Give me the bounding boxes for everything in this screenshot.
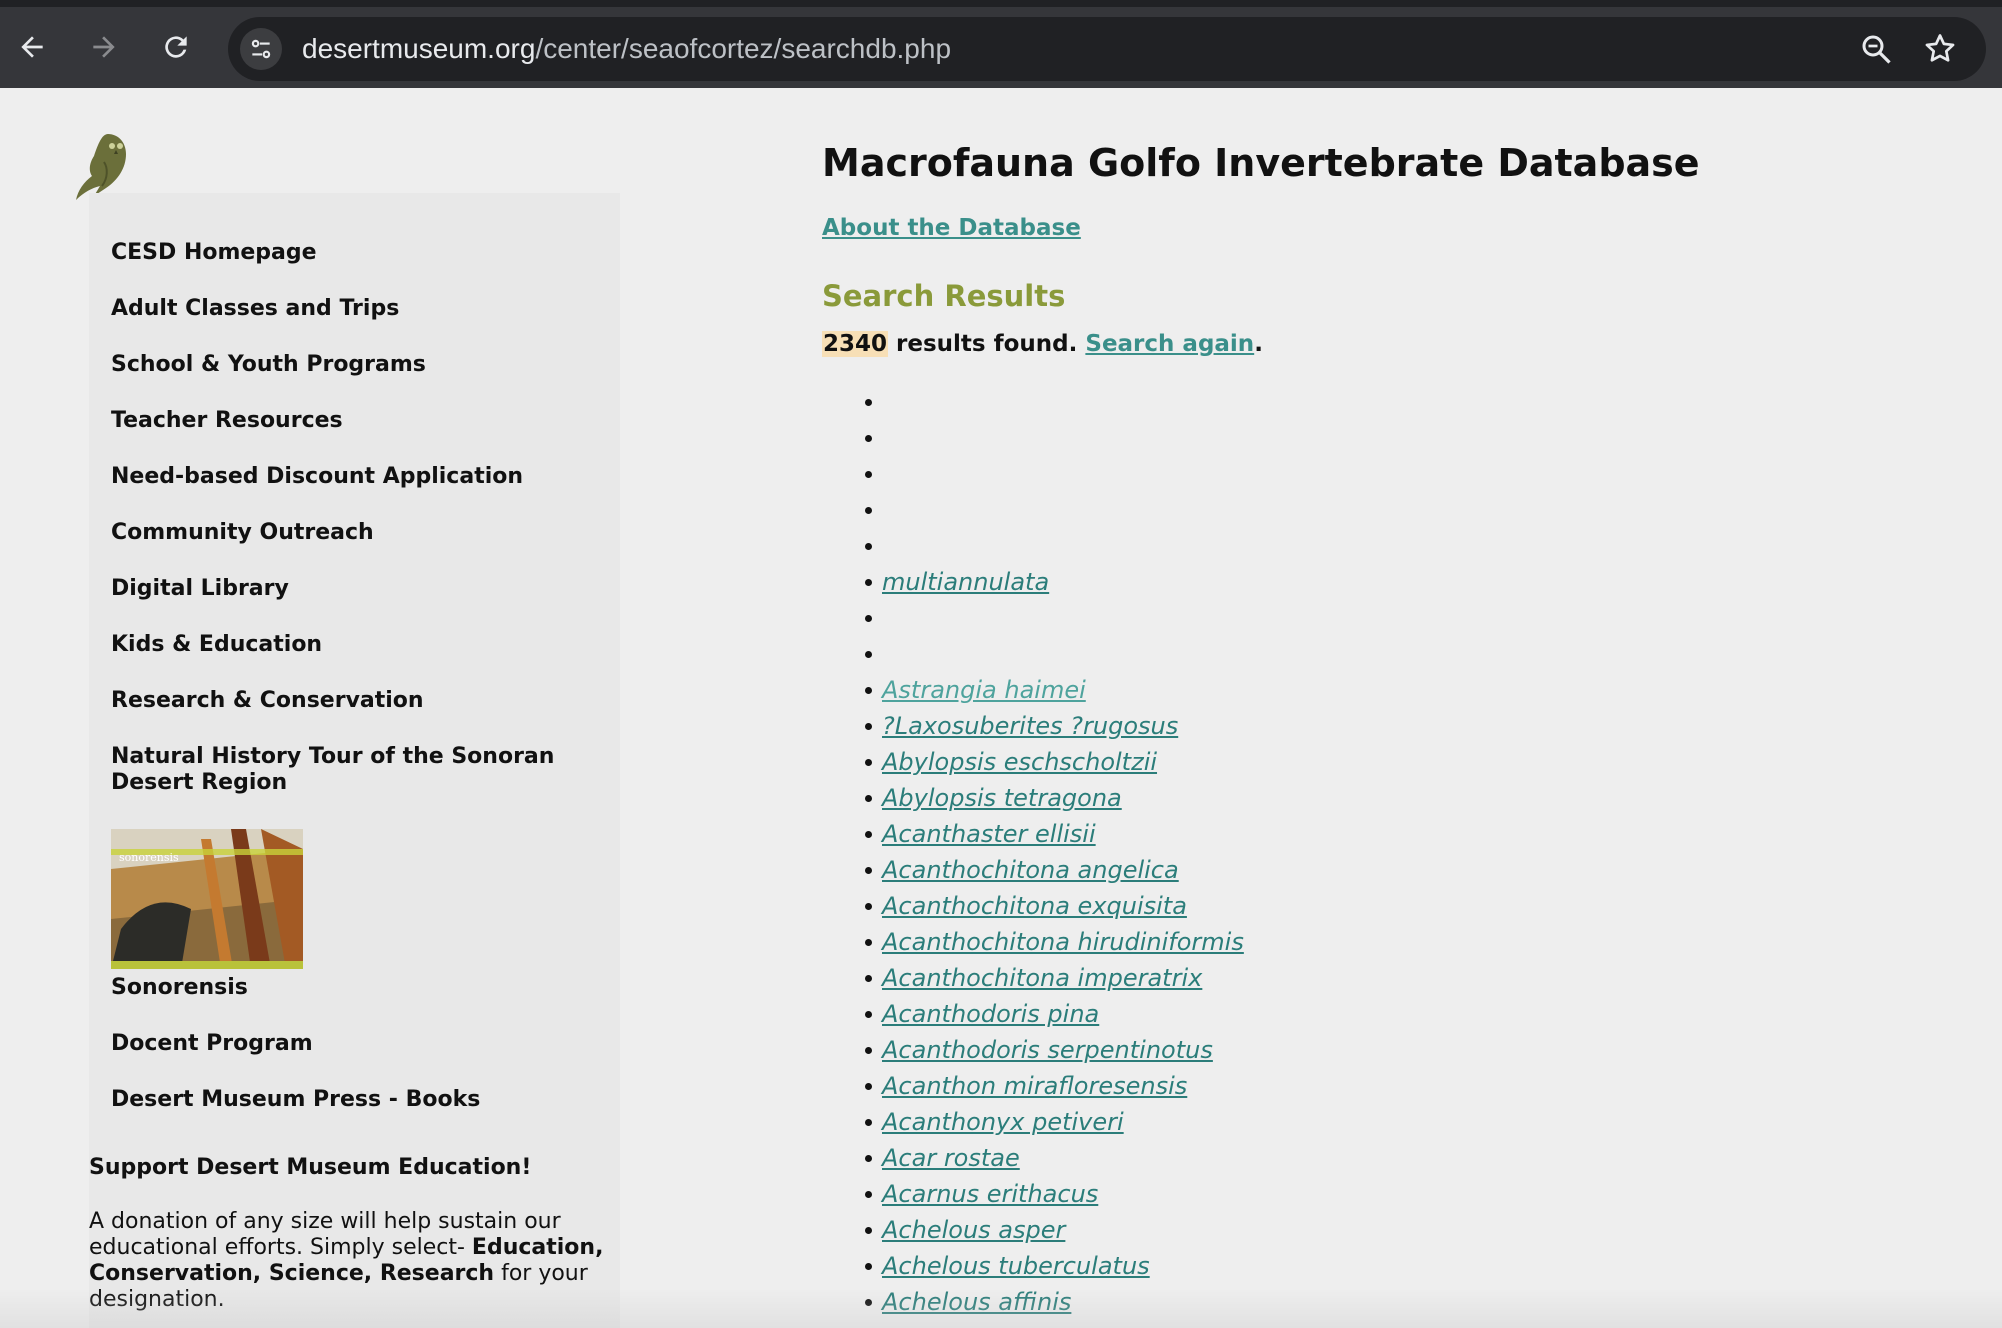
results-summary: 2340 results found. Search again. — [822, 327, 1263, 361]
url-path: /center/seaofcortez/searchdb.php — [535, 33, 952, 64]
sidebar-item-community-outreach[interactable]: Community Outreach — [111, 520, 611, 546]
result-item[interactable]: multiannulata — [865, 564, 1782, 600]
sidebar-link[interactable]: Adult Classes and Trips — [111, 296, 611, 322]
forward-button[interactable] — [86, 29, 122, 65]
result-item[interactable]: Abylopsis eschscholtzii — [865, 744, 1782, 780]
sidebar-item-press-books[interactable]: Desert Museum Press - Books — [111, 1087, 611, 1113]
result-item[interactable]: Astrangia haimei — [865, 672, 1782, 708]
result-item — [865, 528, 1782, 564]
tune-icon — [251, 39, 271, 59]
page-title: Macrofauna Golfo Invertebrate Database — [822, 141, 1700, 185]
site-info-button[interactable] — [240, 28, 282, 70]
sidebar-link[interactable]: Desert Museum Press - Books — [111, 1087, 611, 1113]
species-link[interactable]: Acarnus erithacus — [882, 1180, 1098, 1208]
sidebar-link[interactable]: Need-based Discount Application — [111, 464, 611, 490]
species-link[interactable]: Acar rostae — [882, 1144, 1020, 1172]
arrow-left-icon — [21, 36, 43, 58]
search-results-heading: Search Results — [822, 279, 1066, 313]
sidebar-item-kids-education[interactable]: Kids & Education — [111, 632, 611, 658]
support-heading: Support Desert Museum Education! — [89, 1155, 532, 1180]
result-item[interactable]: Achelous tuberculatus — [865, 1248, 1782, 1284]
species-link[interactable]: Acanthochitona hirudiniformis — [882, 928, 1244, 956]
result-item[interactable]: Achelous asper — [865, 1212, 1782, 1248]
reload-icon — [165, 36, 187, 58]
species-link[interactable]: Achelous tuberculatus — [882, 1252, 1150, 1280]
result-item[interactable]: Acarnus erithacus — [865, 1176, 1782, 1212]
result-item[interactable]: Acanthochitona hirudiniformis — [865, 924, 1782, 960]
reload-button[interactable] — [158, 29, 194, 65]
result-item[interactable]: Abylopsis tetragona — [865, 780, 1782, 816]
result-item[interactable]: ?Laxosuberites ?rugosus — [865, 708, 1782, 744]
species-link[interactable]: Abylopsis eschscholtzii — [882, 748, 1157, 776]
search-again-link[interactable]: Search again — [1085, 331, 1254, 357]
sidebar-link[interactable]: Kids & Education — [111, 632, 611, 658]
species-link[interactable]: Astrangia haimei — [882, 676, 1086, 704]
sidebar-link[interactable]: Sonorensis — [111, 975, 611, 1001]
result-item — [865, 492, 1782, 528]
result-item — [865, 636, 1782, 672]
result-item[interactable]: Acanthochitona exquisita — [865, 888, 1782, 924]
species-link[interactable]: Acanthochitona angelica — [882, 856, 1179, 884]
sidebar-link[interactable]: Research & Conservation — [111, 688, 611, 714]
sidebar-item-adult-classes[interactable]: Adult Classes and Trips — [111, 296, 611, 322]
result-item — [865, 420, 1782, 456]
sidebar-link[interactable]: Community Outreach — [111, 520, 611, 546]
results-list: multiannulata Astrangia haimei ?Laxosuberi… — [865, 384, 1782, 1320]
sidebar-item-research-conservation[interactable]: Research & Conservation — [111, 688, 611, 714]
sidebar-link[interactable]: Digital Library — [111, 576, 611, 602]
result-count: 2340 — [822, 331, 889, 357]
svg-text:sonorensis: sonorensis — [119, 851, 179, 864]
result-item[interactable]: Acar rostae — [865, 1140, 1782, 1176]
sidebar-item-sonorensis[interactable]: Sonorensis — [111, 975, 611, 1001]
zoom-icon[interactable] — [1858, 31, 1894, 67]
sidebar-item-teacher-resources[interactable]: Teacher Resources — [111, 408, 611, 434]
result-item — [865, 384, 1782, 420]
result-item[interactable]: Acanthodoris pina — [865, 996, 1782, 1032]
sidebar-item-school-youth[interactable]: School & Youth Programs — [111, 352, 611, 378]
about-database-link[interactable]: About the Database — [822, 215, 1081, 241]
sonorensis-cover-image[interactable]: sonorensis — [111, 829, 303, 969]
result-item[interactable]: Acanthaster ellisii — [865, 816, 1782, 852]
sidebar-item-cesd-homepage[interactable]: CESD Homepage — [111, 240, 611, 266]
arrow-right-icon — [93, 36, 115, 58]
sidebar-link[interactable]: Teacher Resources — [111, 408, 611, 434]
species-link[interactable]: Acanthaster ellisii — [882, 820, 1096, 848]
result-item — [865, 600, 1782, 636]
period-text: . — [1254, 331, 1263, 357]
url-text[interactable]: desertmuseum.org/center/seaofcortez/sear… — [302, 17, 951, 81]
species-link[interactable]: multiannulata — [882, 568, 1049, 596]
species-link[interactable]: Achelous asper — [882, 1216, 1065, 1244]
sidebar-link[interactable]: Natural History Tour of the Sonoran Dese… — [111, 744, 611, 796]
result-item[interactable]: Acanthochitona imperatrix — [865, 960, 1782, 996]
result-item[interactable]: Acanthodoris serpentinotus — [865, 1032, 1782, 1068]
species-link[interactable]: Abylopsis tetragona — [882, 784, 1122, 812]
result-item[interactable]: Acanthon mirafloresensis — [865, 1068, 1782, 1104]
bookmark-star-icon[interactable] — [1922, 31, 1958, 67]
species-link[interactable]: Acanthon mirafloresensis — [882, 1072, 1187, 1100]
results-found-text: results found. — [888, 331, 1086, 357]
sidebar-link[interactable]: CESD Homepage — [111, 240, 611, 266]
sidebar-item-docent-program[interactable]: Docent Program — [111, 1031, 611, 1057]
owl-logo-icon — [76, 134, 126, 200]
result-item[interactable]: Acanthochitona angelica — [865, 852, 1782, 888]
bottom-fade — [0, 1288, 2002, 1328]
address-bar[interactable]: desertmuseum.org/center/seaofcortez/sear… — [228, 17, 1986, 81]
sidebar-link[interactable]: Docent Program — [111, 1031, 611, 1057]
species-link[interactable]: Acanthochitona imperatrix — [882, 964, 1202, 992]
species-link[interactable]: Acanthonyx petiveri — [882, 1108, 1124, 1136]
species-link[interactable]: Acanthodoris pina — [882, 1000, 1099, 1028]
back-button[interactable] — [14, 29, 50, 65]
result-item — [865, 456, 1782, 492]
sidebar-item-discount-application[interactable]: Need-based Discount Application — [111, 464, 611, 490]
sidebar-item-natural-history-tour[interactable]: Natural History Tour of the Sonoran Dese… — [111, 744, 611, 796]
species-link[interactable]: Acanthochitona exquisita — [882, 892, 1187, 920]
result-item[interactable]: Acanthonyx petiveri — [865, 1104, 1782, 1140]
sidebar-item-digital-library[interactable]: Digital Library — [111, 576, 611, 602]
species-link[interactable]: Acanthodoris serpentinotus — [882, 1036, 1213, 1064]
species-link[interactable]: ?Laxosuberites ?rugosus — [882, 712, 1178, 740]
url-host: desertmuseum.org — [302, 33, 536, 64]
browser-toolbar: desertmuseum.org/center/seaofcortez/sear… — [0, 0, 2002, 88]
sidebar-link[interactable]: School & Youth Programs — [111, 352, 611, 378]
